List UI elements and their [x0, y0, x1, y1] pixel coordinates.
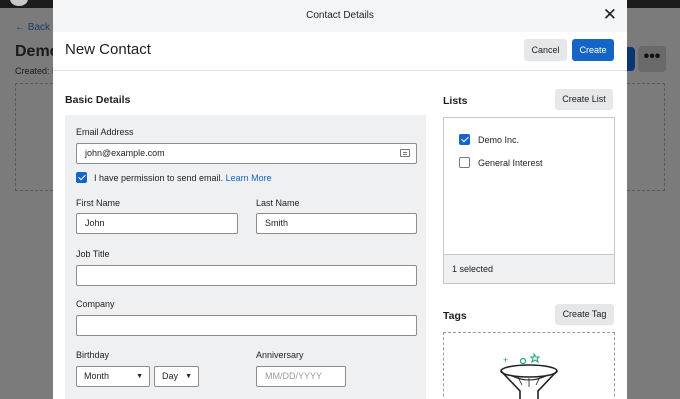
modal-header: New Contact Cancel Create	[53, 32, 627, 71]
svg-text:+: +	[503, 355, 508, 365]
first-name-field[interactable]: John	[76, 213, 238, 234]
more-options-icon[interactable]: •••	[638, 46, 666, 72]
chevron-down-icon: ▼	[136, 373, 143, 380]
list-checkbox-demo-inc[interactable]	[459, 134, 470, 145]
anniversary-label: Anniversary	[256, 350, 304, 360]
list-checkbox-general-interest[interactable]	[459, 157, 470, 168]
create-tag-button[interactable]: Create Tag	[555, 304, 614, 325]
cancel-button[interactable]: Cancel	[524, 39, 567, 61]
contact-card-icon[interactable]	[400, 149, 410, 157]
company-field[interactable]	[76, 315, 417, 336]
modal-window-title: Contact Details	[306, 10, 374, 21]
contact-details-modal: Contact Details ✕ New Contact Cancel Cre…	[53, 0, 627, 399]
day-value: Day	[162, 371, 179, 381]
month-value: Month	[84, 371, 110, 381]
last-name-label: Last Name	[256, 198, 300, 208]
create-button[interactable]: Create	[572, 39, 614, 61]
basic-details-panel: Email Address john@example.com I have pe…	[65, 115, 426, 399]
create-list-button[interactable]: Create List	[555, 89, 613, 110]
close-icon[interactable]: ✕	[603, 6, 617, 24]
job-title-field[interactable]	[76, 265, 417, 286]
last-name-field[interactable]: Smith	[256, 213, 417, 234]
email-field[interactable]: john@example.com	[76, 143, 417, 164]
job-title-label: Job Title	[76, 249, 110, 259]
anniversary-field[interactable]: MM/DD/YYYY	[256, 366, 346, 387]
list-item-label: General Interest	[478, 158, 543, 168]
tags-title: Tags	[443, 310, 467, 322]
tags-empty-area: +	[443, 332, 615, 399]
birthday-day-select[interactable]: Day ▼	[154, 366, 199, 387]
chevron-down-icon: ▼	[185, 373, 192, 380]
company-label: Company	[76, 299, 115, 309]
basic-details-title: Basic Details	[65, 94, 131, 106]
first-name-label: First Name	[76, 198, 121, 208]
created-text: Created: F	[15, 66, 58, 76]
permission-label: I have permission to send email.	[94, 173, 224, 183]
lists-selected-count: 1 selected	[444, 254, 614, 283]
anniversary-placeholder: MM/DD/YYYY	[265, 371, 323, 381]
email-value: john@example.com	[85, 148, 165, 158]
birthday-month-select[interactable]: Month ▼	[76, 366, 150, 387]
lists-title: Lists	[443, 95, 468, 107]
email-label: Email Address	[76, 127, 134, 137]
modal-titlebar: Contact Details ✕	[53, 0, 627, 32]
birthday-label: Birthday	[76, 350, 110, 360]
list-item-label: Demo Inc.	[478, 135, 520, 145]
permission-text: I have permission to send email. Learn M…	[94, 173, 272, 183]
learn-more-link[interactable]: Learn More	[226, 173, 272, 183]
funnel-illustration-icon: +	[500, 352, 558, 399]
modal-heading: New Contact	[65, 41, 151, 58]
permission-checkbox[interactable]	[76, 172, 87, 183]
lists-box: Demo Inc. General Interest 1 selected	[443, 117, 615, 284]
